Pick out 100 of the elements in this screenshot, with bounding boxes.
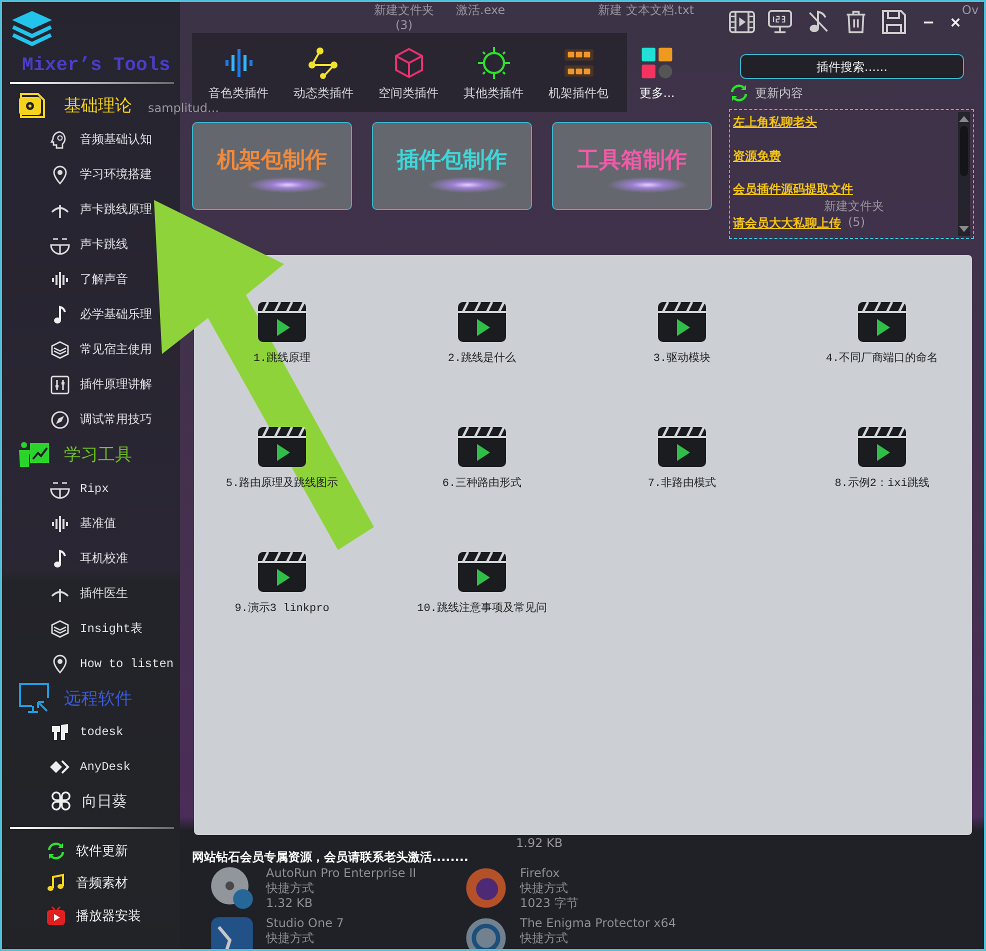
video-clapper-icon[interactable] [658,427,706,467]
desktop-file-type: 快捷方式 [520,881,569,896]
video-clapper-icon[interactable] [658,302,706,342]
video-title[interactable]: 3.驱动模块 [653,350,711,365]
desktop-file-size: 1.32 KB [266,896,314,911]
video-title[interactable]: 7.非路由模式 [648,475,716,490]
desktop-file-name: AutoRun Pro Enterprise II [266,866,416,881]
nav-item[interactable]: 声卡跳线 [80,236,128,253]
video-player-icon [46,906,66,926]
section-heading: 远程软件 [64,688,132,710]
desktop-file-name: Studio One 7 [266,916,344,931]
update-link[interactable]: 左上角私聊老头 [733,114,853,131]
nodes-icon [308,47,340,79]
wheel-logo-icon [464,916,508,949]
desktop-file-size: 1023 字节 [520,896,578,911]
video-title[interactable]: 6.三种路由形式 [442,475,522,490]
desktop-file-label: Ov [962,3,979,18]
video-clapper-icon[interactable] [258,302,306,342]
app-title: Mixer’s Tools [22,54,172,76]
refresh-label: 更新内容 [755,84,803,102]
layers-icon [50,618,70,638]
scrollbar[interactable] [958,112,970,236]
category-button[interactable]: 机架插件包 [536,47,621,102]
nav-item[interactable]: 音频素材 [76,874,128,892]
sliders-icon [50,374,70,394]
video-clapper-icon[interactable] [458,552,506,592]
video-clapper-icon[interactable] [258,427,306,467]
update-link[interactable]: 资源免费 [733,148,853,165]
nav-item[interactable]: 学习环境搭建 [80,166,152,183]
nav-item[interactable]: 向日葵 [82,792,127,811]
music-notes-icon [46,873,66,894]
nav-item[interactable]: Ripx [80,482,109,496]
nav-item[interactable]: 耳机校准 [80,550,128,567]
desktop-file-type: 快捷方式 [266,931,315,946]
update-link[interactable]: 会员插件源码提取文件 [733,181,853,198]
nav-item[interactable]: 播放器安装 [76,906,141,925]
video-title[interactable]: 4.不同厂商端口的命名 [826,350,938,365]
nav-item[interactable]: 插件医生 [80,585,128,602]
desktop-file-label: 新建文件夹 (3) [374,3,434,33]
category-button[interactable]: 动态类插件 [281,47,366,102]
video-clapper-icon[interactable] [458,427,506,467]
more-button[interactable]: 更多... [627,47,687,102]
desktop-file-label: 激活.exe [456,3,506,18]
film-icon[interactable] [729,10,755,34]
banner-title: 工具箱制作 [577,148,687,174]
browser-logo-icon [464,866,508,910]
refresh-icon [46,840,66,861]
desktop-file-label: 新建 文本文档.txt [598,3,694,18]
numeric-monitor-icon[interactable] [767,10,793,34]
color-squares-icon [641,47,673,79]
video-title[interactable]: 8.示例2：ixi跳线 [834,475,930,490]
close-icon[interactable] [950,16,961,28]
search-field[interactable]: 插件搜索...... [740,54,964,79]
nav-item[interactable]: 了解声音 [80,271,128,288]
sun-icon [478,47,510,79]
nav-item[interactable]: 插件原理讲解 [80,376,152,393]
video-title[interactable]: 10.跳线注意事项及常见问 [417,600,547,615]
app-logo-icon [210,916,254,949]
nav-item[interactable]: 音频基础认知 [80,131,152,148]
nav-item[interactable]: 必学基础乐理 [80,306,152,323]
video-clapper-icon[interactable] [858,302,906,342]
video-clapper-icon[interactable] [458,302,506,342]
video-clapper-icon[interactable] [858,427,906,467]
section-heading: 学习工具 [64,444,132,466]
nav-item[interactable]: AnyDesk [80,760,130,774]
disc-globe-icon [210,866,254,910]
rack-icon [562,47,594,79]
video-title[interactable]: 2.跳线是什么 [448,350,516,365]
nav-item[interactable]: Insight表 [80,620,142,637]
desktop-file-name: The Enigma Protector x64 [520,916,676,931]
video-clapper-icon[interactable] [258,552,306,592]
desktop-file-label: 新建文件夹 [824,199,884,214]
banner-title: 插件包制作 [397,148,507,174]
blocks-icon [50,722,70,742]
monitor-arrow-icon [18,682,50,714]
nav-item[interactable]: 基准值 [80,515,116,532]
save-icon[interactable] [881,10,907,34]
layers-icon [50,340,70,360]
desktop-file-label: (5) [848,215,865,230]
notice-text: 网站钻石会员专属资源，会员请联系老头激活........ [192,849,468,866]
nav-item[interactable]: 软件更新 [76,842,128,860]
video-title[interactable]: 9.演示3 linkpro [234,600,330,615]
nav-item[interactable]: todesk [80,725,124,740]
flower-icon [50,790,72,812]
desktop-file-label: samplitud... [148,101,219,116]
waveform-icon [50,270,70,290]
category-button[interactable]: 音色类插件 [196,47,281,102]
stacked-layers-logo-icon [10,10,54,48]
nav-item[interactable]: 声卡跳线原理 [80,201,152,218]
desktop-file-type: 快捷方式 [266,881,315,896]
nav-item[interactable]: How to listen [80,656,174,670]
compass-icon [50,410,70,430]
desktop-file-name: Firefox [520,866,561,881]
nav-item[interactable]: 常见宿主使用 [80,341,152,358]
nav-item[interactable]: 调试常用技巧 [80,411,152,428]
desktop-file-type: 快捷方式 [520,931,569,946]
category-button[interactable]: 其他类插件 [451,47,536,102]
category-button[interactable]: 空间类插件 [366,47,451,102]
section-heading: 基础理论 [64,94,132,116]
banner-title: 机架包制作 [217,148,327,174]
